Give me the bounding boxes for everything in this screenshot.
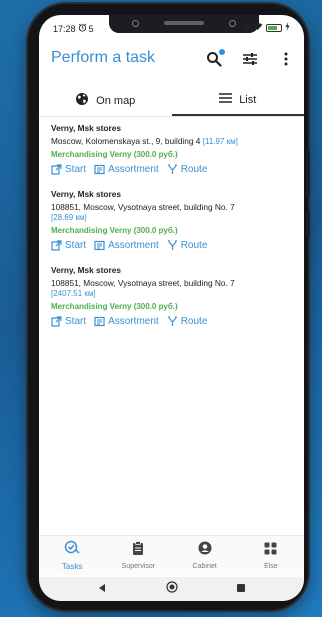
nav-label: Cabinet (192, 563, 217, 570)
tab-label: List (239, 93, 257, 106)
start-label: Start (65, 240, 87, 251)
task-distance: [28.69 км] (51, 213, 87, 222)
system-navigation-bar (39, 577, 304, 601)
address-text: 108851, Moscow, Vysotnaya street, buildi… (51, 278, 235, 288)
status-bar-right (243, 22, 290, 33)
task-distance: [2407.51 км] (51, 289, 96, 298)
recents-icon[interactable] (236, 580, 246, 598)
task-title: Verny, Msk stores (51, 265, 121, 275)
nav-cabinet[interactable]: Cabinet (172, 536, 238, 575)
back-icon[interactable] (97, 580, 107, 598)
start-icon (51, 316, 62, 327)
phone-side-button (306, 210, 310, 238)
task-actions: Start Assortment Route (51, 316, 292, 327)
route-icon (167, 164, 177, 174)
task-address: 108851, Moscow, Vysotnaya street, buildi… (51, 278, 292, 299)
task-type: Merchandising Verny (300.0 руб.) (51, 150, 178, 159)
list-icon (219, 93, 233, 106)
route-button[interactable]: Route (167, 316, 208, 327)
route-button[interactable]: Route (167, 240, 208, 251)
nav-tasks[interactable]: Tasks (39, 536, 105, 575)
start-icon (51, 164, 62, 175)
task-card[interactable]: Verny, Msk stores Moscow, Kolomenskaya s… (39, 123, 304, 175)
tab-label: On map (96, 94, 136, 107)
task-address: Moscow, Kolomenskaya st., 9, building 4 … (51, 136, 292, 147)
task-address: 108851, Moscow, Vysotnaya street, buildi… (51, 202, 292, 223)
task-actions: Start Assortment Route (51, 240, 292, 251)
camera-lens (131, 19, 139, 27)
app-bar: Perform a task (39, 45, 304, 77)
phone-screen: 17:28 5 Perform a task On map List Verny… (39, 15, 304, 601)
camera-lens (229, 19, 237, 27)
start-button[interactable]: Start (51, 164, 86, 175)
start-icon (51, 240, 62, 251)
account-icon (198, 541, 212, 560)
tab-on-map[interactable]: On map (39, 85, 172, 116)
signal-icon (243, 22, 249, 33)
tab-list[interactable]: List (171, 85, 304, 116)
nav-label: Supervisor (121, 563, 156, 570)
view-tabs: On map List (39, 85, 304, 117)
battery-icon (266, 23, 282, 32)
address-text: 108851, Moscow, Vysotnaya street, buildi… (51, 202, 235, 212)
speaker-slot (163, 21, 204, 25)
task-type: Merchandising Verny (300.0 руб.) (51, 302, 178, 311)
task-type: Merchandising Verny (300.0 руб.) (51, 226, 178, 235)
assortment-icon (94, 164, 105, 175)
assortment-icon (94, 240, 105, 251)
clipboard-icon (132, 541, 144, 560)
app-bar-actions (204, 48, 296, 69)
task-card[interactable]: Verny, Msk stores 108851, Moscow, Vysotn… (39, 265, 304, 327)
charging-icon (285, 22, 290, 33)
nav-supervisor[interactable]: Supervisor (105, 536, 171, 575)
nav-label: Else (264, 562, 278, 570)
status-time: 17:28 (53, 23, 76, 34)
task-title: Verny, Msk stores (51, 123, 121, 133)
more-vert-icon[interactable] (276, 49, 296, 69)
assortment-button[interactable]: Assortment (94, 164, 159, 175)
assortment-label: Assortment (108, 316, 159, 327)
camera-notch (109, 15, 259, 33)
start-label: Start (65, 164, 87, 175)
nav-else[interactable]: Else (238, 536, 304, 575)
tasks-check-icon (64, 540, 80, 559)
route-label: Route (180, 164, 208, 175)
search-icon[interactable] (204, 48, 226, 69)
globe-icon (75, 92, 89, 109)
route-label: Route (180, 240, 208, 251)
task-distance: [11.97 км] (202, 137, 238, 146)
notification-badge (218, 48, 226, 56)
assortment-label: Assortment (108, 164, 159, 175)
address-text: Moscow, Kolomenskaya st., 9, building 4 (51, 136, 201, 146)
page-title: Perform a task (51, 49, 156, 66)
assortment-button[interactable]: Assortment (94, 316, 159, 327)
start-label: Start (65, 316, 87, 327)
assortment-icon (94, 316, 105, 327)
alarm-icon (78, 23, 87, 34)
route-icon (167, 316, 177, 326)
home-icon[interactable] (165, 580, 178, 598)
grid-icon (264, 542, 277, 560)
assortment-label: Assortment (108, 240, 159, 251)
start-button[interactable]: Start (51, 240, 86, 251)
task-actions: Start Assortment Route (51, 164, 292, 175)
start-button[interactable]: Start (51, 316, 86, 327)
filter-icon[interactable] (240, 49, 260, 69)
bottom-navigation: Tasks Supervisor Cabinet Else (39, 535, 304, 575)
task-title: Verny, Msk stores (51, 189, 121, 199)
status-bar-left: 17:28 5 (53, 23, 94, 34)
status-extra: 5 (88, 23, 94, 34)
task-list: Verny, Msk stores Moscow, Kolomenskaya s… (39, 123, 304, 339)
route-icon (167, 240, 177, 250)
route-label: Route (180, 316, 208, 327)
nav-label: Tasks (61, 562, 83, 571)
wifi-icon (252, 22, 263, 33)
phone-side-button (306, 150, 310, 196)
assortment-button[interactable]: Assortment (94, 240, 159, 251)
route-button[interactable]: Route (167, 164, 208, 175)
task-card[interactable]: Verny, Msk stores 108851, Moscow, Vysotn… (39, 189, 304, 251)
